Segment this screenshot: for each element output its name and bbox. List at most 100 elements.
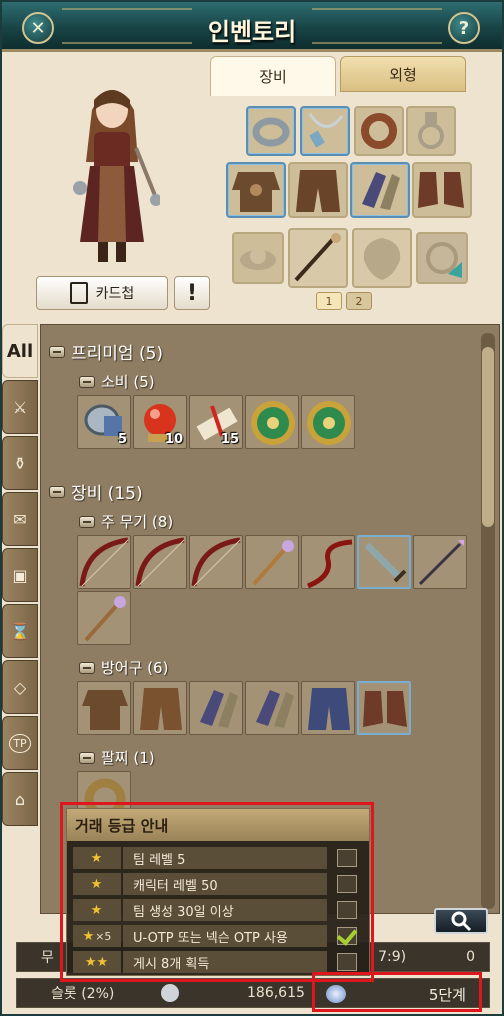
item-bow-2[interactable] <box>133 535 187 589</box>
tab-card[interactable]: ▣ <box>2 548 38 602</box>
item-armor-pants-2[interactable] <box>301 681 355 735</box>
item-armor-pants-1[interactable] <box>133 681 187 735</box>
bow-icon <box>79 537 129 587</box>
notice-button[interactable]: ! <box>174 276 210 310</box>
slot-sub-weapon[interactable] <box>232 232 284 284</box>
slot-top[interactable] <box>226 162 286 218</box>
item-staff-1[interactable] <box>245 535 299 589</box>
item-bow-1[interactable] <box>77 535 131 589</box>
necklace-icon <box>308 113 344 148</box>
slot-bracelet[interactable] <box>354 106 404 156</box>
weight-fraction: 7:9) <box>378 949 407 965</box>
scroll-icon: ✉ <box>13 509 27 529</box>
staff-icon <box>252 540 294 586</box>
slot-gloves[interactable] <box>350 162 410 218</box>
collapse-icon <box>79 375 95 388</box>
slot-costume[interactable] <box>416 232 468 284</box>
card-tab-icon: ▣ <box>12 565 28 585</box>
category-main-weapon[interactable]: 주 무기 (8) <box>79 511 173 532</box>
window-title: 인벤토리 <box>207 18 297 46</box>
tab-material[interactable]: ⌛ <box>2 604 38 658</box>
silver-coin-icon <box>161 984 179 1002</box>
category-label: 장비 (15) <box>71 484 143 504</box>
potion-icon: ⚱ <box>13 453 27 473</box>
card-album-label: 카드첩 <box>95 286 135 302</box>
inventory-window: ✕ 인벤토리 ? 외형 장비 카드첩 ! 1 2 All ⚔ ⚱ ✉ ▣ ⌛ ◇… <box>0 0 504 1016</box>
shield-icon <box>363 238 401 280</box>
slot-necklace[interactable] <box>300 106 350 156</box>
search-button[interactable] <box>434 908 488 934</box>
item-boots[interactable] <box>357 681 411 735</box>
house-icon: ⌂ <box>14 789 26 809</box>
item-consumable-1[interactable]: 5 <box>77 395 131 449</box>
tab-tp[interactable]: TP <box>2 716 38 770</box>
category-label: 프리미엄 (5) <box>71 344 164 364</box>
slot-shield[interactable] <box>352 228 412 288</box>
slot-main-weapon[interactable] <box>288 228 348 288</box>
collapse-icon <box>79 515 95 528</box>
tab-all[interactable]: All <box>2 324 38 378</box>
boots-icon <box>363 691 407 727</box>
tab-weapon[interactable]: ⚔ <box>2 380 38 434</box>
item-quantity: 10 <box>164 432 183 447</box>
tab-appearance[interactable]: 외형 <box>340 56 466 92</box>
scrollbar[interactable] <box>481 333 495 909</box>
item-bow-3[interactable] <box>189 535 243 589</box>
item-consumable-5[interactable] <box>301 395 355 449</box>
weight-value: 0 <box>466 949 475 965</box>
item-staff-2[interactable] <box>77 591 131 645</box>
silver-amount: 186,615 <box>247 985 305 1001</box>
spear-icon <box>418 540 464 586</box>
armor-top-icon <box>232 172 280 212</box>
card-album-button[interactable]: 카드첩 <box>36 276 168 310</box>
scrollbar-thumb[interactable] <box>482 347 494 527</box>
bracelet-icon <box>361 113 397 149</box>
search-icon <box>451 911 472 932</box>
gloves-icon <box>256 690 294 728</box>
slot-bottom[interactable] <box>288 162 348 218</box>
item-consumable-4[interactable] <box>245 395 299 449</box>
category-equipment[interactable]: 장비 (15) <box>49 479 143 504</box>
armor-pants-icon <box>296 170 340 212</box>
page-1-button[interactable]: 1 <box>316 292 342 310</box>
character-avatar <box>73 90 160 262</box>
item-bow-4[interactable] <box>301 535 355 589</box>
page-2-button[interactable]: 2 <box>346 292 372 310</box>
collapse-icon <box>79 661 95 674</box>
category-bracelet[interactable]: 팔찌 (1) <box>79 747 155 768</box>
item-consumable-3[interactable]: 15 <box>189 395 243 449</box>
staff-icon <box>84 596 126 642</box>
armor-top-icon <box>82 690 128 730</box>
armor-pants-icon <box>140 688 182 730</box>
category-label: 팔찌 (1) <box>101 749 155 767</box>
help-button[interactable]: ? <box>448 12 480 44</box>
category-armor[interactable]: 방어구 (6) <box>79 657 168 678</box>
item-gloves-1[interactable] <box>189 681 243 735</box>
slot-medal[interactable] <box>406 106 456 156</box>
question-icon: ? <box>458 17 470 39</box>
title-bar: ✕ 인벤토리 ? <box>2 2 502 52</box>
boots-icon <box>418 172 464 208</box>
category-premium[interactable]: 프리미엄 (5) <box>49 339 163 364</box>
category-consumable[interactable]: 소비 (5) <box>79 371 155 392</box>
tp-icon: TP <box>9 733 31 753</box>
bow-icon <box>191 537 241 587</box>
slot-boots[interactable] <box>412 162 472 218</box>
item-armor-top[interactable] <box>77 681 131 735</box>
item-consumable-2[interactable]: 10 <box>133 395 187 449</box>
ring-icon <box>252 117 290 147</box>
tab-consumable[interactable]: ⚱ <box>2 436 38 490</box>
item-gloves-2[interactable] <box>245 681 299 735</box>
tab-equipment[interactable]: 장비 <box>210 56 336 96</box>
item-sword[interactable] <box>357 535 411 589</box>
tab-gem[interactable]: ◇ <box>2 660 38 714</box>
gloves-icon <box>200 690 238 728</box>
gem-icon: ◇ <box>13 677 27 697</box>
tab-housing[interactable]: ⌂ <box>2 772 38 826</box>
slot-ring-1[interactable] <box>246 106 296 156</box>
sword-icon <box>364 542 407 583</box>
costume-icon <box>426 242 462 278</box>
tab-scroll[interactable]: ✉ <box>2 492 38 546</box>
item-spear[interactable] <box>413 535 467 589</box>
equipment-panel: 외형 장비 카드첩 ! 1 2 <box>6 56 500 318</box>
